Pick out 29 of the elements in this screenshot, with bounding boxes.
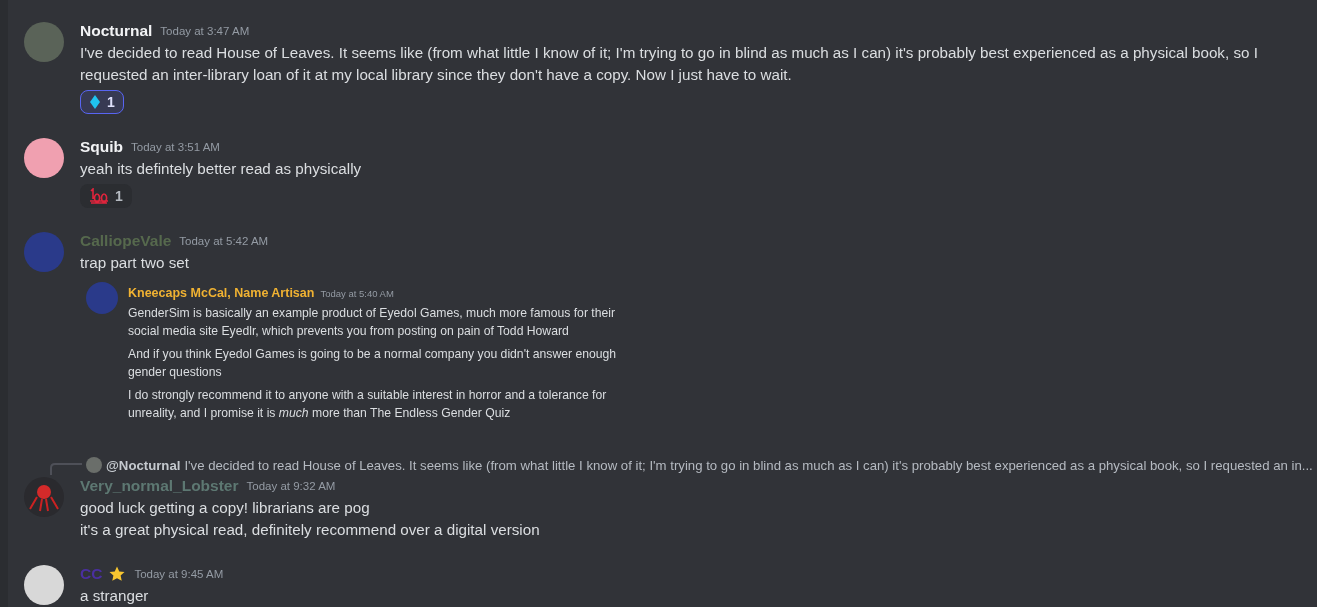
embed-avatar xyxy=(86,282,118,314)
reply-connector xyxy=(50,463,82,475)
message-text: I've decided to read House of Leaves. It seems like (from what little I know of it; I'm trying to go in blind as much as I can) it's probably best experienced as a physical book, so I requested an inter-library loan of it at my local library since they don't have a copy. Now I just have to wait. xyxy=(80,43,1259,85)
message-text: a stranger xyxy=(80,586,150,606)
timestamp: Today at 9:32 AM xyxy=(246,480,336,492)
timestamp: Today at 3:51 AM xyxy=(131,141,220,153)
reply-avatar xyxy=(86,457,102,473)
hundred-points-icon xyxy=(89,188,109,204)
reaction-button[interactable]: 1 xyxy=(80,184,132,208)
embed-timestamp: Today at 5:40 AM xyxy=(320,287,394,299)
timestamp: Today at 5:42 AM xyxy=(179,235,269,247)
timestamp: Today at 3:47 AM xyxy=(160,25,250,37)
timestamp: Today at 9:45 AM xyxy=(134,568,224,580)
embed-text: I do strongly recommend it to anyone with a suitable interest in horror and a tolerance for unreality, and I promise it is much more than The Endless Gender Quiz xyxy=(128,387,608,422)
reply-preview[interactable]: I've decided to read House of Leaves. It seems like (from what little I know of it; I'm trying to go in blind as much as I can) it's probably best experienced as a physical book, so I requested an in... xyxy=(184,457,1313,473)
embed-author[interactable]: Kneecaps McCal, Name Artisan xyxy=(128,286,315,300)
message-text: good luck getting a copy! librarians are pog xyxy=(80,498,371,518)
message-text: trap part two set xyxy=(80,253,190,273)
user-avatar[interactable] xyxy=(24,138,64,178)
embed-text: GenderSim is basically an example product of Eyedol Games, much more famous for their social media site Eyedlr, which prevents you from posting on pain of Todd Howard xyxy=(128,305,617,340)
username[interactable]: Nocturnal xyxy=(80,22,153,40)
message-text: yeah its defintely better read as physically xyxy=(80,159,363,179)
user-avatar[interactable] xyxy=(24,565,64,605)
reply-author[interactable]: @Nocturnal xyxy=(106,457,181,473)
diamond-icon xyxy=(89,94,101,110)
username[interactable]: Squib xyxy=(80,138,124,156)
reaction-button[interactable]: 1 xyxy=(80,90,124,114)
embed-text: And if you think Eyedol Games is going to be a normal company you didn't answer enough gender questions xyxy=(128,346,618,381)
message-text: it's a great physical read, definitely recommend over a digital version xyxy=(80,520,541,540)
